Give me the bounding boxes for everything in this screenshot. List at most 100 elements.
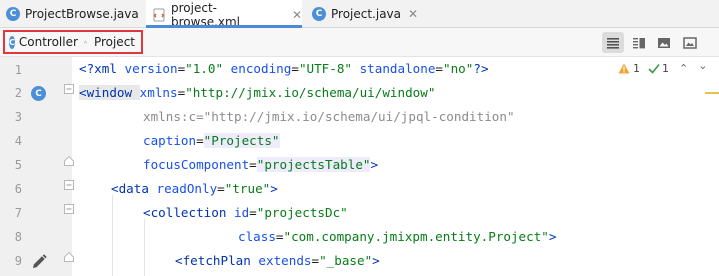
line-number: 9 <box>14 254 22 268</box>
line-number: 4 <box>14 134 22 148</box>
editor-toolbar: C Controller Project <box>0 28 719 57</box>
tag-open: <fetchPlan <box>175 253 259 268</box>
warning-count: 1 <box>633 62 640 75</box>
scroll-marker <box>705 92 719 94</box>
attr-value: "http://jmix.io/schema/ui/window" <box>185 85 436 100</box>
text-view-button[interactable] <box>602 32 624 53</box>
equals: = <box>249 205 257 220</box>
attr-name: version <box>124 61 178 76</box>
warning-icon <box>618 63 630 74</box>
namespace-decl: xmlns:c="http://jmix.io/schema/ui/jpql-c… <box>143 109 515 124</box>
image-view-icon <box>658 37 670 48</box>
attr-value: "com.company.jmixpm.entity.Project" <box>283 229 549 244</box>
xml-file-icon <box>153 8 165 21</box>
attr-name: focusComponent <box>143 157 250 172</box>
editor-tab-bar: C ProjectBrowse.java ✕ project-browse.xm… <box>0 0 719 29</box>
preview-button[interactable] <box>679 32 701 53</box>
line-number: 7 <box>14 206 22 220</box>
indent-guide <box>144 219 145 276</box>
line-number: 5 <box>14 158 22 172</box>
tab-project-java[interactable]: C Project.java ✕ <box>306 0 424 28</box>
code-line-5: focusComponent="projectsTable"> <box>143 153 719 177</box>
class-c-icon: C <box>312 7 326 21</box>
controller-link[interactable]: Controller <box>19 35 78 49</box>
equals: = <box>217 181 225 196</box>
xml-decl: <?xml <box>79 61 125 76</box>
attr-value: "projectsDc" <box>256 205 348 220</box>
code-line-3: xmlns:c="http://jmix.io/schema/ui/jpql-c… <box>143 105 719 129</box>
close-icon[interactable]: ✕ <box>408 7 418 21</box>
text-view-icon <box>607 37 619 49</box>
typo-check-icon <box>648 63 660 74</box>
tag-close: > <box>370 157 379 172</box>
inspection-widget[interactable]: 1 1 ⌃ ⌄ <box>618 59 707 75</box>
attr-value: "true" <box>224 181 271 196</box>
line-number: 8 <box>14 230 22 244</box>
split-view-button[interactable] <box>628 32 650 53</box>
tab-project-browse-xml[interactable]: project-browse.xml ✕ <box>146 0 302 29</box>
attr-name: id <box>234 205 250 220</box>
close-icon[interactable]: ✕ <box>292 8 302 22</box>
controller-gutter-icon[interactable]: C <box>31 86 46 101</box>
attr-name: extends <box>258 253 312 268</box>
tab-label: project-browse.xml <box>171 0 241 29</box>
fold-collapse-icon[interactable] <box>64 204 74 214</box>
equals: = <box>311 253 320 268</box>
code-line-8: class="com.company.jmixpm.entity.Project… <box>238 225 719 249</box>
fold-collapse-icon[interactable] <box>64 180 74 190</box>
code-line-4: caption="Projects" <box>143 129 719 153</box>
attr-name: caption <box>143 133 197 148</box>
tag-open: <collection <box>143 205 234 220</box>
tag-close: > <box>548 229 557 244</box>
typo-count: 1 <box>662 62 669 75</box>
tag-open: <window <box>79 85 140 100</box>
attr-value: "no" <box>443 61 474 76</box>
indent-guide <box>112 195 113 276</box>
chevron-up-icon[interactable]: ⌃ <box>679 62 688 75</box>
split-view-icon <box>633 37 645 48</box>
entity-icon <box>84 40 87 44</box>
line-number: 1 <box>14 63 22 77</box>
tag-close: > <box>372 253 380 268</box>
attr-name: encoding <box>223 61 292 76</box>
controller-icon: C <box>9 35 15 49</box>
entity-link[interactable]: Project <box>94 35 135 49</box>
xml-decl-close: ?> <box>473 61 489 76</box>
class-c-icon: C <box>6 7 20 21</box>
tab-label: Project.java <box>331 7 402 21</box>
pencil-icon[interactable] <box>30 253 48 271</box>
attr-value: "_base" <box>319 253 373 268</box>
line-number: 2 <box>14 86 22 100</box>
equals: = <box>435 61 444 76</box>
attr-value: "1.0" <box>185 61 224 76</box>
tab-label: ProjectBrowse.java <box>25 7 139 21</box>
attr-name: class <box>238 229 276 244</box>
equals: = <box>196 133 204 148</box>
related-navigation: C Controller Project <box>3 30 143 54</box>
code-line-7: <collection id="projectsDc" <box>143 201 719 225</box>
attr-value: "projectsTable" <box>256 157 371 172</box>
line-number: 6 <box>14 182 22 196</box>
attr-value: "UTF-8" <box>298 61 353 76</box>
tag-open: <data <box>111 181 157 196</box>
attr-name: standalone <box>352 61 436 76</box>
preview-icon <box>683 36 697 49</box>
tab-project-browse-java[interactable]: C ProjectBrowse.java ✕ <box>0 0 156 28</box>
tag-close: > <box>270 181 278 196</box>
fold-end-icon[interactable] <box>64 156 74 166</box>
chevron-down-icon[interactable]: ⌄ <box>698 59 707 72</box>
code-line-1: <?xml version="1.0" encoding="UTF-8" sta… <box>79 57 679 81</box>
equals: = <box>249 157 257 172</box>
code-line-9: <fetchPlan extends="_base"> <box>175 249 719 273</box>
equals: = <box>275 229 284 244</box>
attr-value: "Projects" <box>203 133 280 148</box>
fold-end-icon[interactable] <box>64 252 74 262</box>
code-line-2: <window xmlns="http://jmix.io/schema/ui/… <box>79 81 679 105</box>
code-editor[interactable]: 1 2 3 4 5 6 7 8 9 C <?xml version="1.0" … <box>0 57 719 276</box>
fold-collapse-icon[interactable] <box>64 84 74 94</box>
attr-name: readOnly <box>156 181 218 196</box>
line-number: 3 <box>14 110 22 124</box>
code-line-6: <data readOnly="true"> <box>111 177 711 201</box>
image-view-button[interactable] <box>653 32 675 53</box>
equals: = <box>291 61 299 76</box>
